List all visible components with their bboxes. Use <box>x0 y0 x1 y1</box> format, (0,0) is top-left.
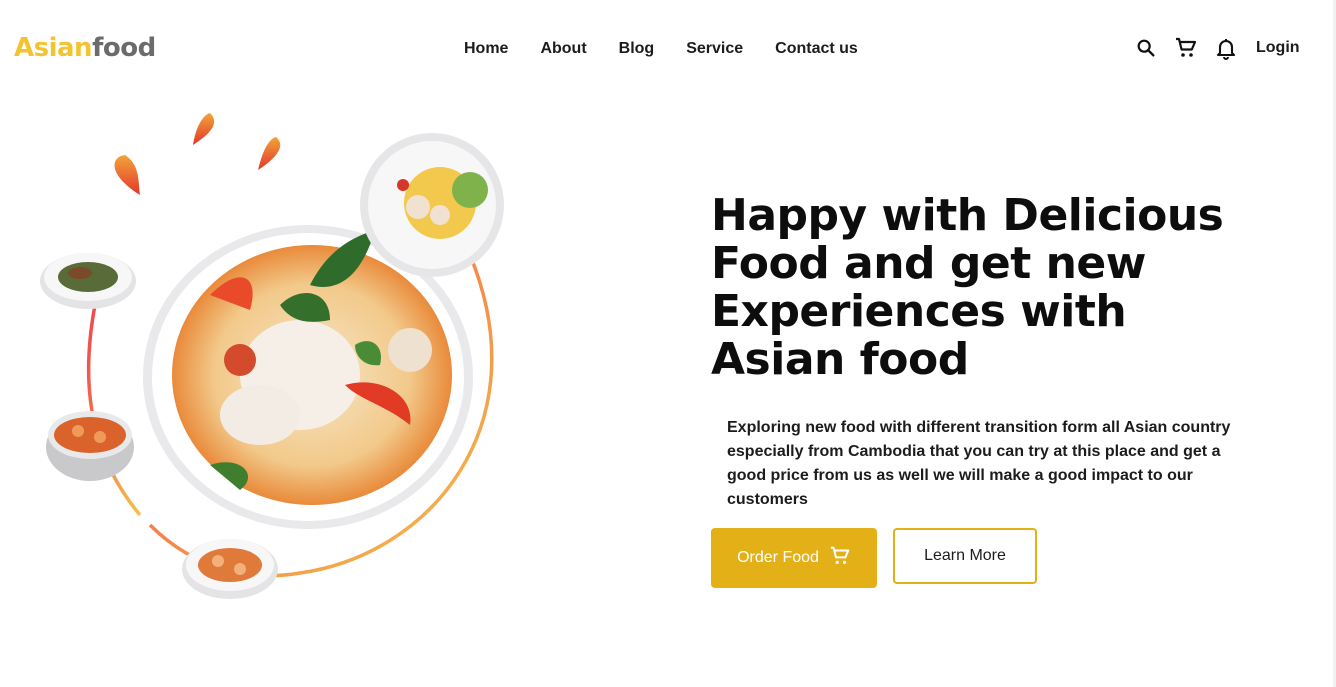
logo-part-food: food <box>92 33 156 63</box>
logo-part-asian: Asian <box>14 33 93 63</box>
brand-logo[interactable]: Asianfood <box>14 33 156 63</box>
login-link[interactable]: Login <box>1256 39 1300 57</box>
order-food-button[interactable]: Order Food <box>711 528 877 588</box>
petal-decoration <box>193 113 215 145</box>
hero-headline: Happy with Delicious Food and get new Ex… <box>711 190 1224 385</box>
bell-icon[interactable] <box>1214 36 1238 60</box>
nav-home[interactable]: Home <box>464 40 508 58</box>
nav-service[interactable]: Service <box>686 40 743 58</box>
header-actions: Login <box>1134 36 1300 60</box>
nav-about[interactable]: About <box>540 40 586 58</box>
order-food-label: Order Food <box>737 549 819 566</box>
learn-more-button[interactable]: Learn More <box>893 528 1037 584</box>
search-icon[interactable] <box>1134 36 1158 60</box>
food-plates-graphic <box>40 113 504 599</box>
nav-contact-us[interactable]: Contact us <box>775 40 858 58</box>
cart-icon <box>829 545 851 572</box>
hero-food-illustration <box>0 95 560 615</box>
main-nav: Home About Blog Service Contact us <box>464 40 858 58</box>
cart-icon[interactable] <box>1174 36 1198 60</box>
petal-decoration <box>114 155 140 195</box>
hero-description: Exploring new food with different transi… <box>727 419 1231 508</box>
nav-blog[interactable]: Blog <box>619 40 655 58</box>
petal-decoration <box>258 137 281 170</box>
